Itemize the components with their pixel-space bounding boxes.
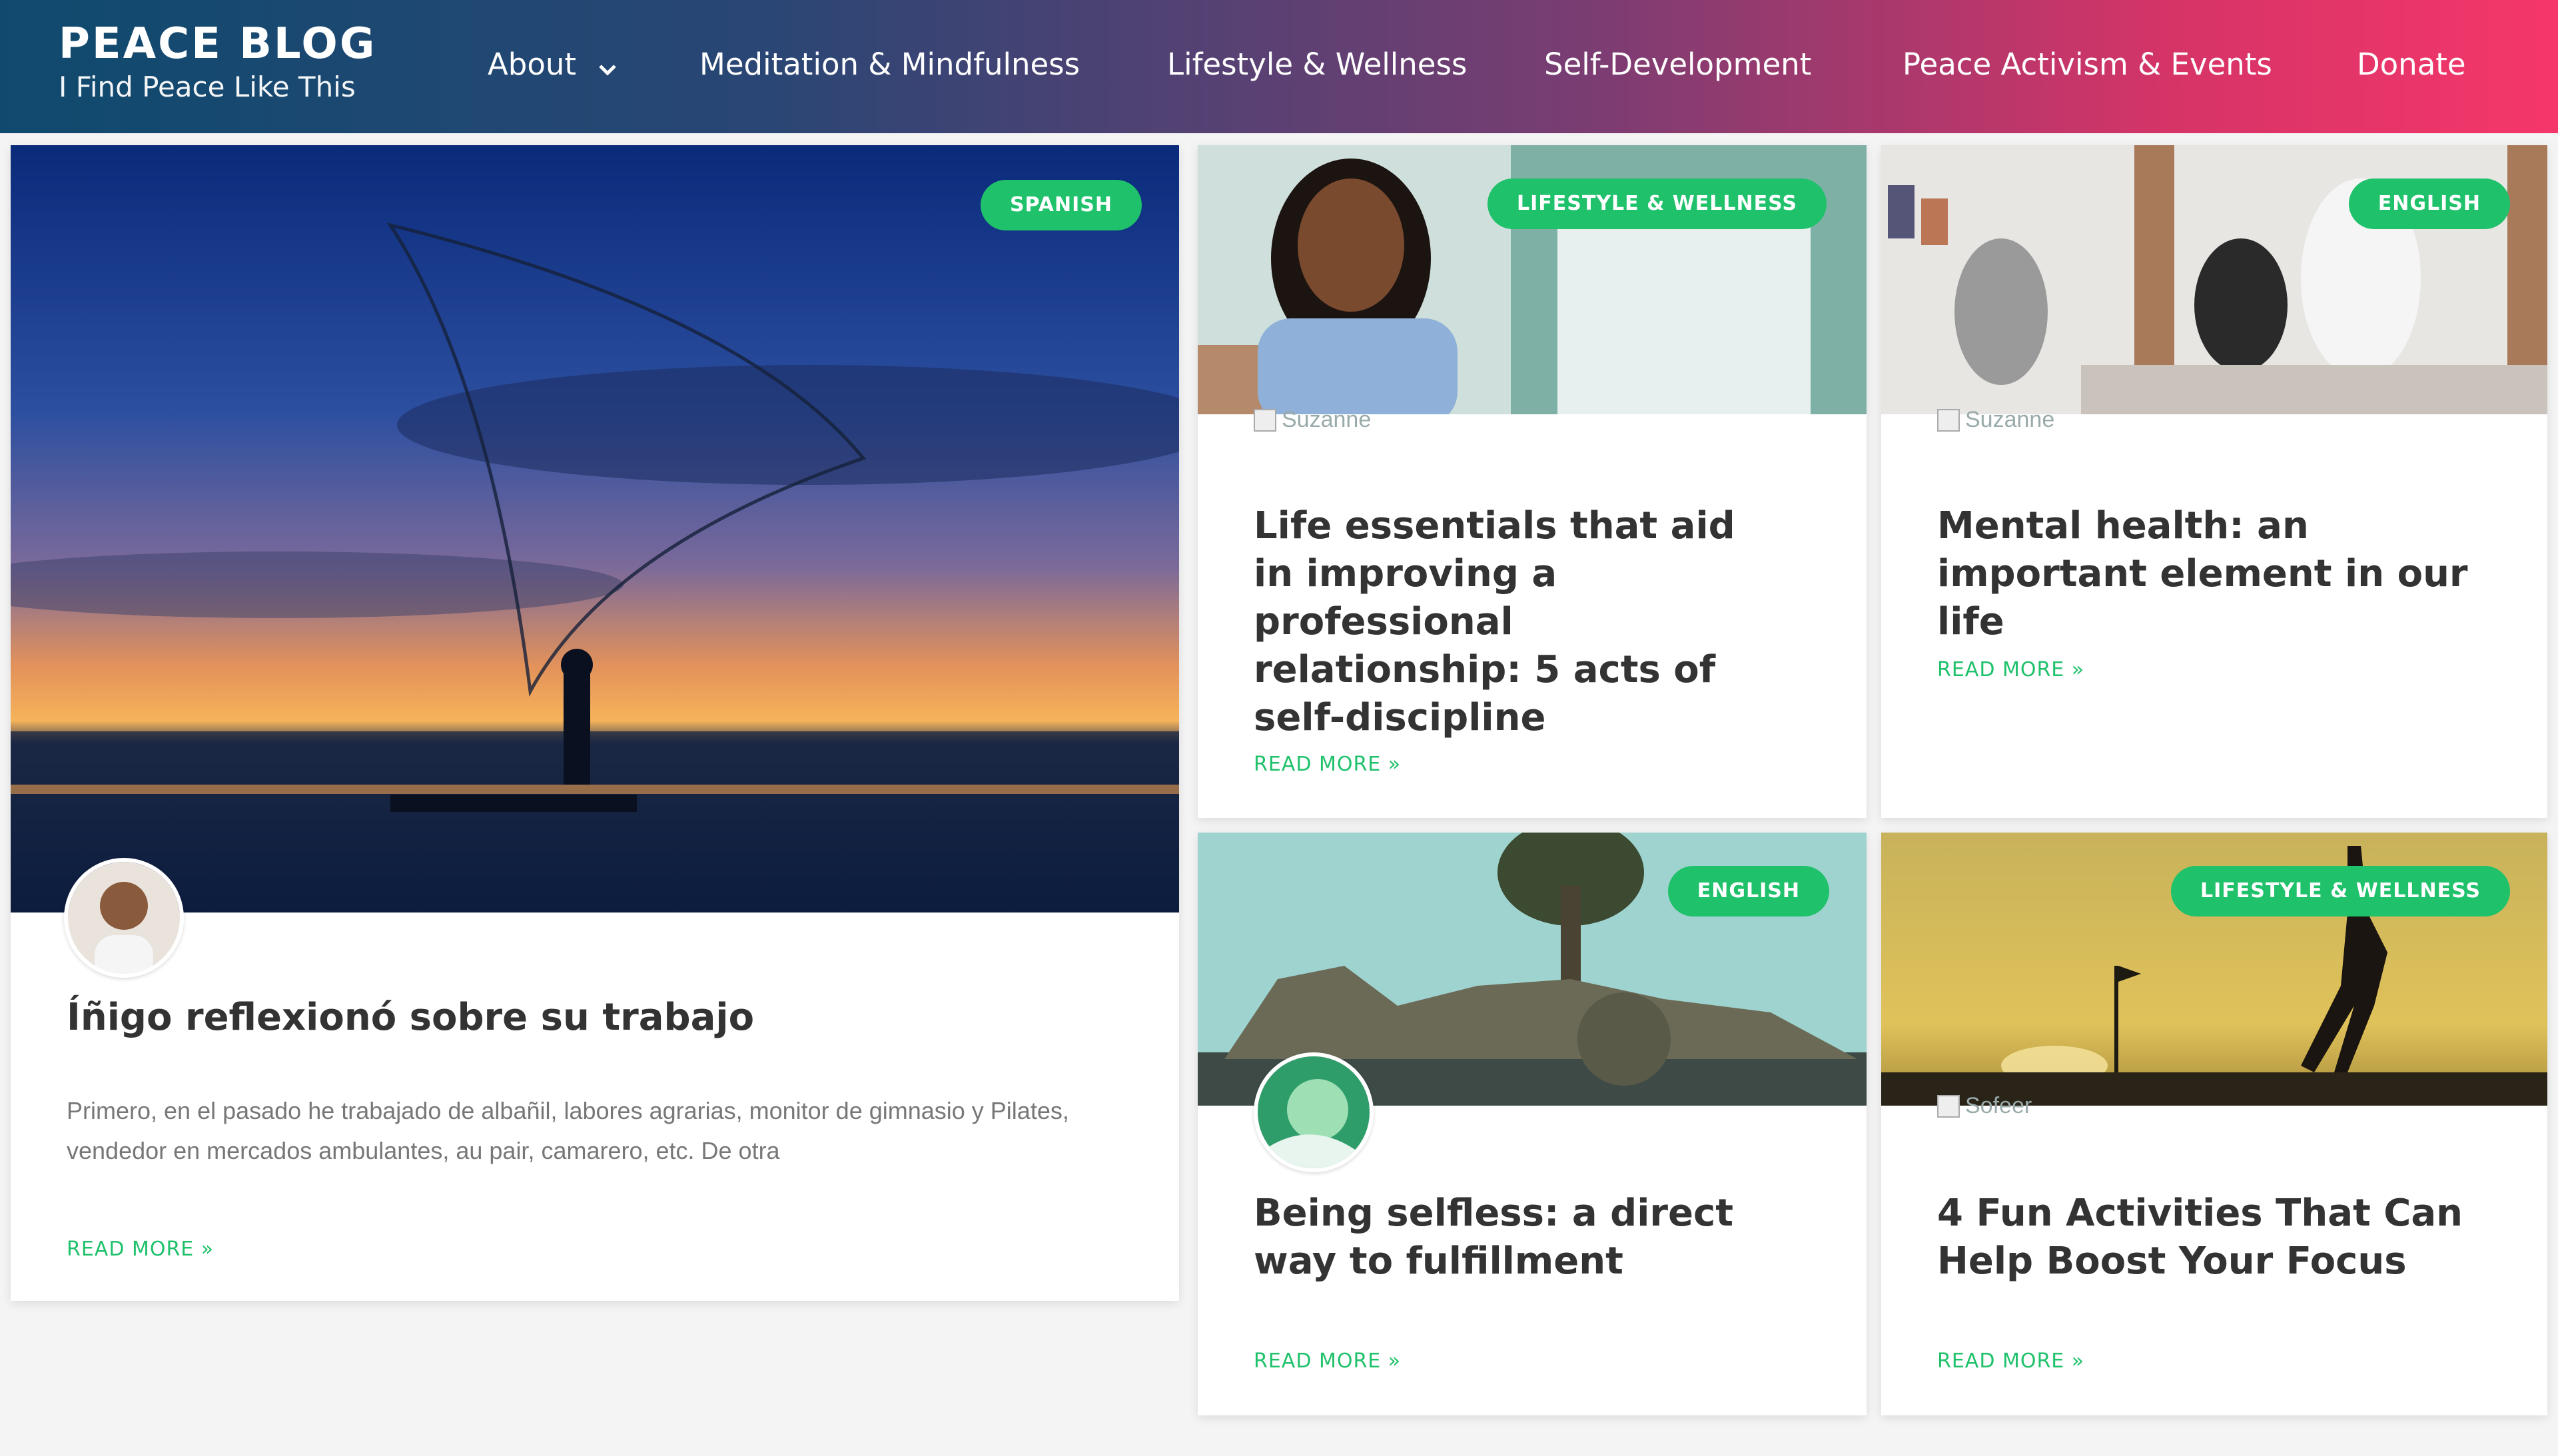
post-title[interactable]: Life essentials that aid in improving a … <box>1254 502 1773 742</box>
post-card: ENGLISH Being selfless: a direct way to … <box>1198 833 1867 1415</box>
post-excerpt: Primero, en el pasado he trabajado de al… <box>67 1097 1069 1164</box>
post-title[interactable]: Mental health: an important element in o… <box>1937 502 2470 646</box>
author-avatar-broken[interactable]: Suzanne <box>1254 405 1371 434</box>
nav-item-self-development[interactable]: Self-Development <box>1544 41 1811 88</box>
read-more-link[interactable]: READ MORE » <box>1937 658 2084 681</box>
post-title[interactable]: Being selfless: a direct way to fulfillm… <box>1254 1190 1827 1285</box>
nav-item-label: About <box>488 47 577 82</box>
nav-item-lifestyle[interactable]: Lifestyle & Wellness <box>1167 41 1467 88</box>
featured-post-card: SPANISH Íñigo reflexionó sobre su trabaj… <box>11 145 1179 1301</box>
sunset-fisherman-image <box>11 145 1179 912</box>
post-card: ENGLISH Suzanne Mental health: an import… <box>1881 145 2547 818</box>
post-card: LIFESTYLE & WELLNESS Suzanne Life essent… <box>1198 145 1867 818</box>
author-avatar-broken[interactable]: Suzanne <box>1937 405 2054 434</box>
main-nav: About Meditation & Mindfulness Lifestyle… <box>0 41 2558 88</box>
author-avatar[interactable] <box>1254 1052 1374 1172</box>
post-title[interactable]: 4 Fun Activities That Can Help Boost You… <box>1937 1190 2510 1285</box>
category-badge[interactable]: ENGLISH <box>2348 179 2510 229</box>
category-badge[interactable]: ENGLISH <box>1667 866 1829 916</box>
nav-item-peace-activism[interactable]: Peace Activism & Events <box>1903 41 2272 88</box>
read-more-link[interactable]: READ MORE » <box>67 1238 214 1261</box>
nav-item-meditation[interactable]: Meditation & Mindfulness <box>699 41 1080 88</box>
author-avatar-broken[interactable]: Sofeer <box>1937 1091 2032 1120</box>
site-header: PEACE BLOG I Find Peace Like This About … <box>0 0 2558 133</box>
author-avatar[interactable] <box>64 858 184 978</box>
post-card: LIFESTYLE & WELLNESS Sofeer 4 Fun Activi… <box>1881 833 2547 1415</box>
read-more-link[interactable]: READ MORE » <box>1254 753 1401 776</box>
category-badge[interactable]: LIFESTYLE & WELLNESS <box>2170 866 2510 916</box>
chevron-down-icon <box>598 43 618 90</box>
category-badge[interactable]: LIFESTYLE & WELLNESS <box>1487 179 1827 229</box>
category-badge[interactable]: SPANISH <box>980 180 1142 230</box>
post-thumbnail[interactable] <box>11 145 1179 912</box>
nav-item-about[interactable]: About <box>488 41 618 88</box>
read-more-link[interactable]: READ MORE » <box>1254 1349 1401 1373</box>
post-title[interactable]: Íñigo reflexionó sobre su trabajo <box>67 994 1132 1042</box>
nav-item-donate[interactable]: Donate <box>2357 41 2466 88</box>
read-more-link[interactable]: READ MORE » <box>1937 1349 2084 1373</box>
